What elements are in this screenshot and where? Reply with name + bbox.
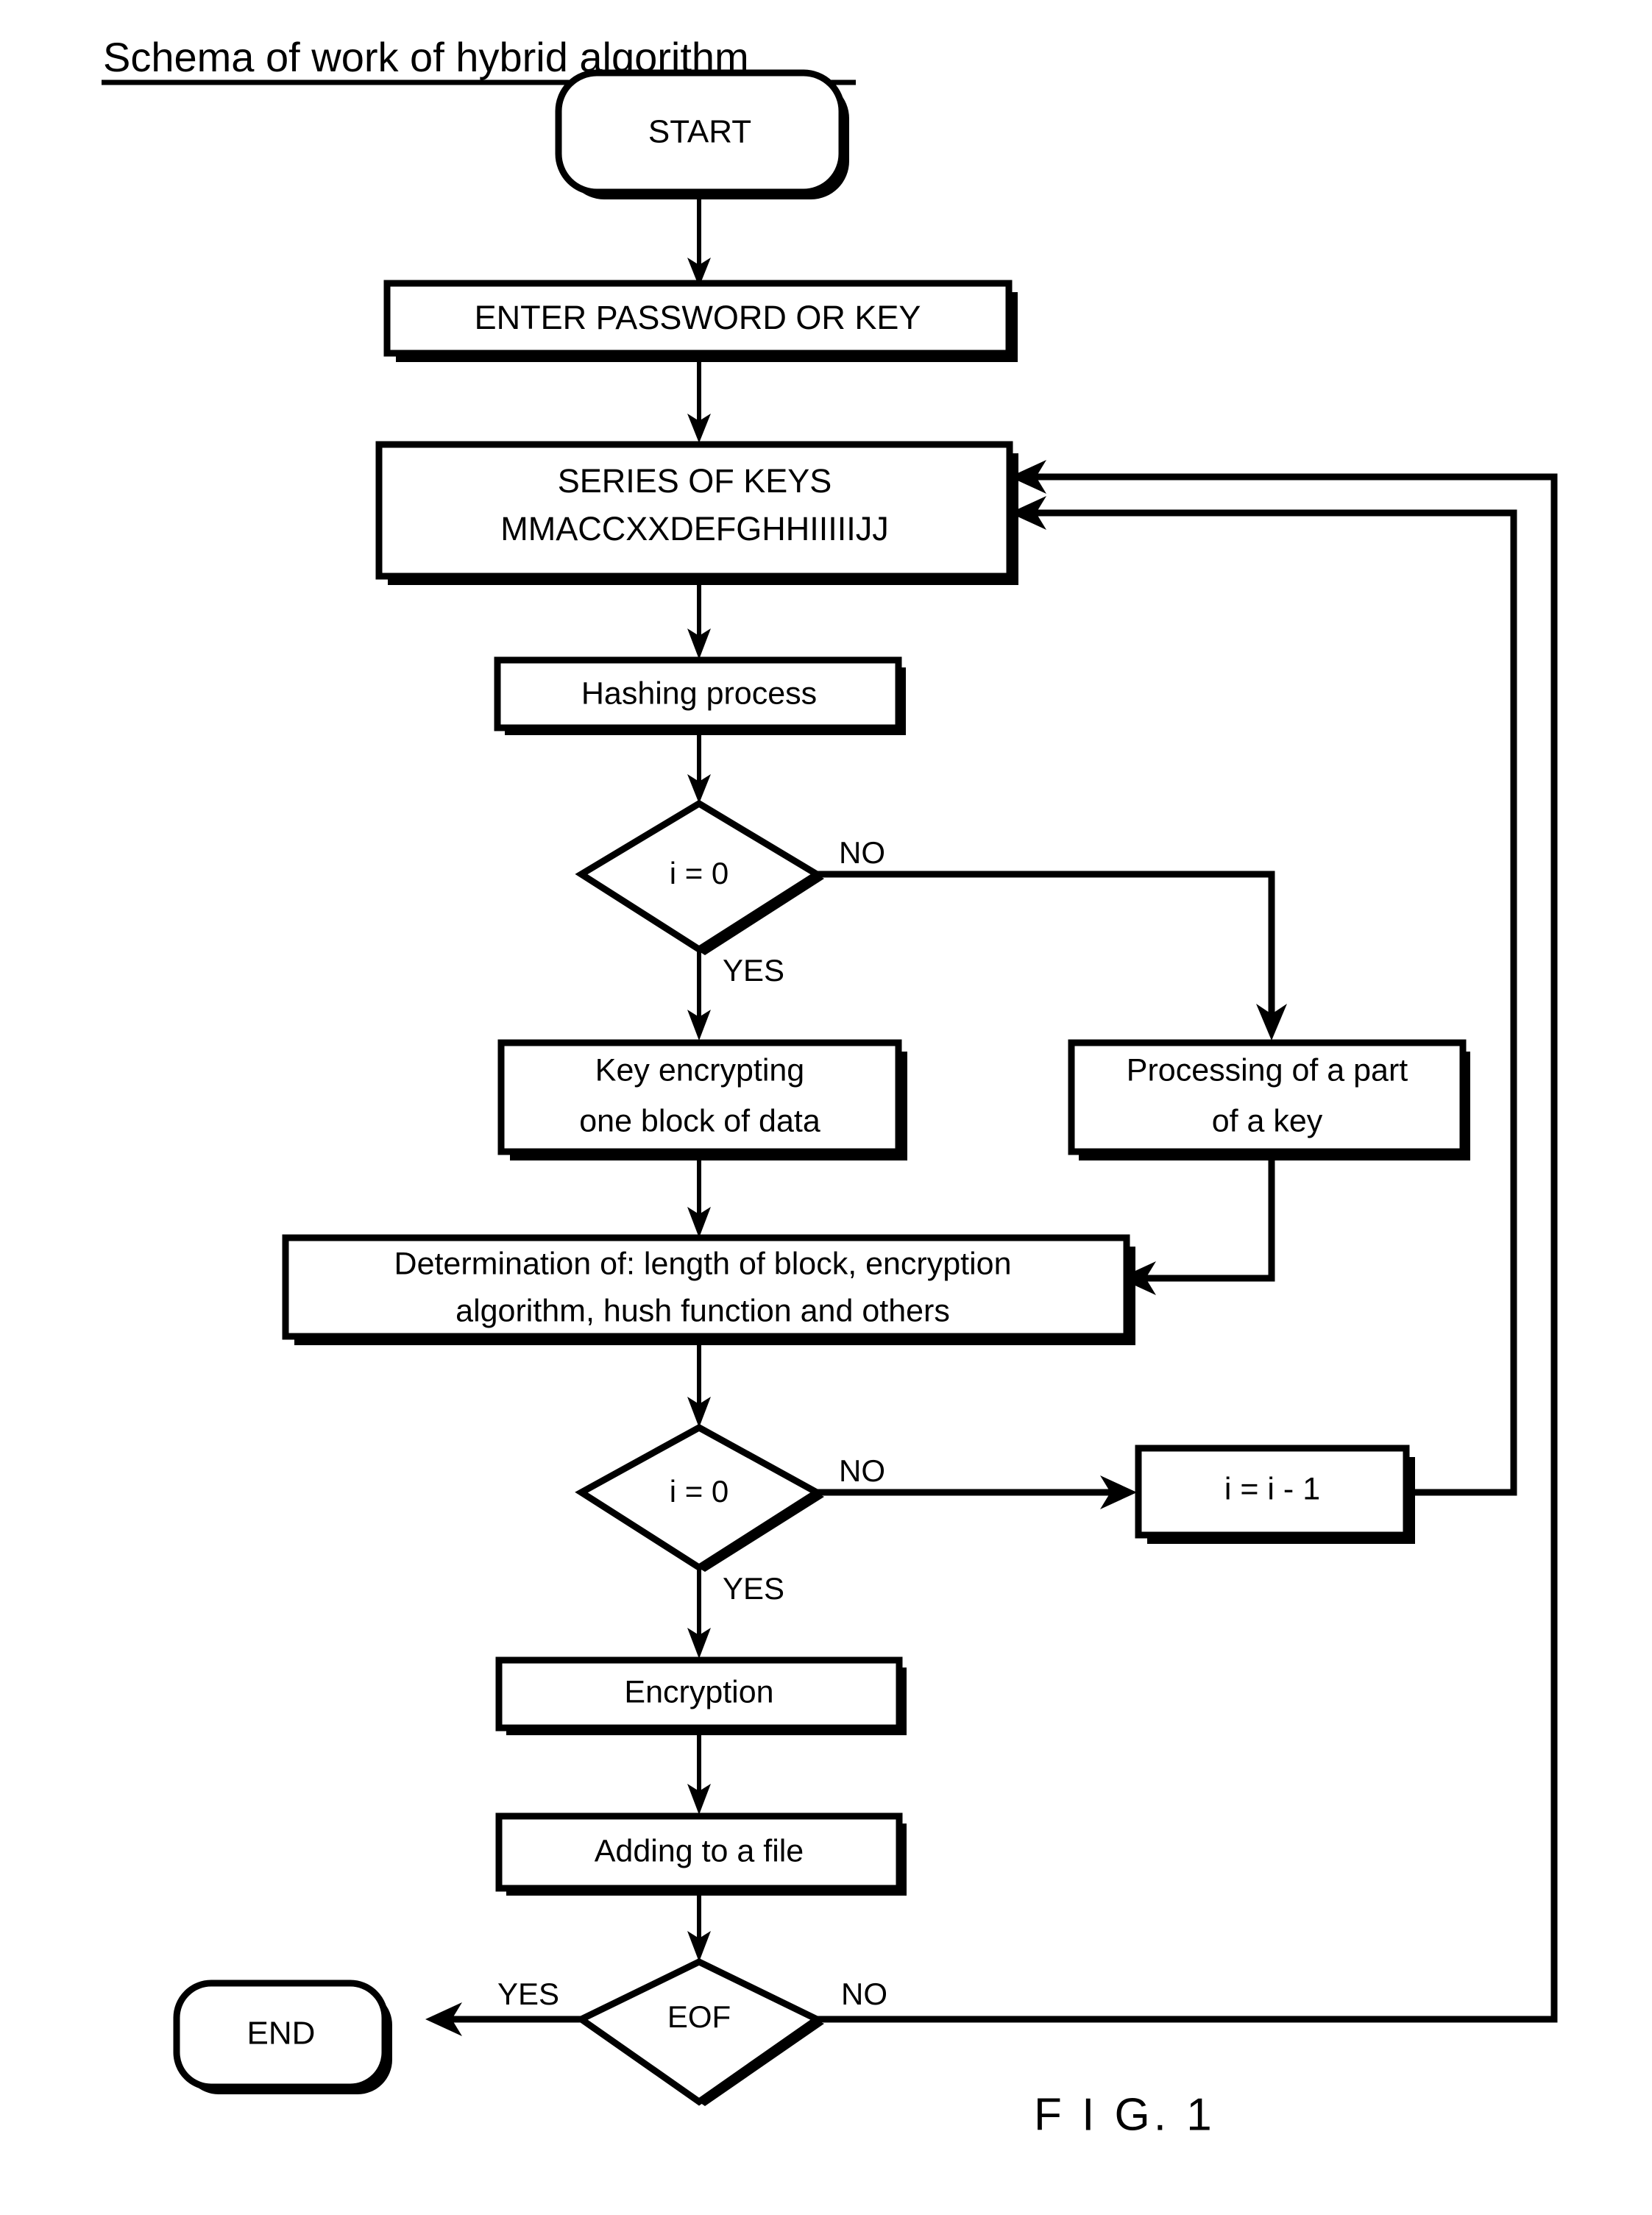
processing-part-key-label-line1: Processing of a part [1127, 1052, 1408, 1088]
determination-label-line2: algorithm, hush function and others [455, 1293, 950, 1328]
decision-top-yes-label: YES [723, 953, 784, 988]
decision-bottom-label: i = 0 [670, 1474, 729, 1509]
connector-decision-top-no [817, 871, 1275, 1024]
decrement-label: i = i - 1 [1224, 1471, 1320, 1506]
key-encrypting-label-line1: Key encrypting [595, 1052, 804, 1088]
node-enter-password[interactable]: ENTER PASSWORD OR KEY [383, 280, 1018, 362]
determination-label-line1: Determination of: length of block, encry… [394, 1246, 1012, 1281]
node-series-of-keys[interactable]: SERIES OF KEYS MMACCXXDEFGHHIIIIIJJ [375, 441, 1018, 585]
node-decision-eof[interactable]: EOF YES NO [497, 1957, 887, 2106]
decision-top-label: i = 0 [670, 856, 729, 890]
series-of-keys-label-line1: SERIES OF KEYS [558, 462, 832, 500]
node-hashing-process[interactable]: Hashing process [494, 656, 906, 735]
decision-bottom-no-label: NO [839, 1453, 885, 1488]
adding-to-file-label: Adding to a file [595, 1833, 804, 1868]
decision-eof-yes-label: YES [497, 1977, 559, 2011]
node-start[interactable]: START [555, 69, 849, 199]
node-adding-to-file[interactable]: Adding to a file [495, 1812, 907, 1896]
decision-eof-no-label: NO [841, 1977, 887, 2011]
figure-canvas: Schema of work of hybrid algorithm START… [0, 0, 1652, 2215]
start-label: START [648, 114, 751, 150]
decision-bottom-yes-label: YES [723, 1571, 784, 1606]
node-key-encrypting[interactable]: Key encrypting one block of data [497, 1039, 907, 1160]
end-label: END [247, 2016, 316, 2052]
node-decrement[interactable]: i = i - 1 [1135, 1445, 1415, 1544]
processing-part-key-label-line2: of a key [1212, 1103, 1323, 1138]
figure-caption: F I G. 1 [1034, 2089, 1216, 2140]
connector-processing-to-determination [1139, 1152, 1275, 1282]
hashing-label: Hashing process [581, 676, 817, 711]
node-determination[interactable]: Determination of: length of block, encry… [282, 1234, 1135, 1345]
decision-top-no-label: NO [839, 835, 885, 870]
node-encryption[interactable]: Encryption [495, 1656, 907, 1735]
key-encrypting-label-line2: one block of data [579, 1103, 820, 1138]
flowchart-svg: Schema of work of hybrid algorithm START… [102, 34, 1558, 2140]
node-decision-i0-bottom[interactable]: i = 0 NO YES [575, 1423, 885, 1606]
encryption-label: Encryption [624, 1674, 773, 1709]
node-end[interactable]: END [173, 1980, 392, 2094]
series-of-keys-label-line2: MMACCXXDEFGHHIIIIIJJ [500, 510, 889, 547]
node-decision-i0-top[interactable]: i = 0 NO YES [575, 799, 885, 988]
enter-password-label: ENTER PASSWORD OR KEY [475, 299, 921, 336]
node-processing-part-key[interactable]: Processing of a part of a key [1068, 1039, 1470, 1160]
decision-eof-label: EOF [667, 1999, 731, 2034]
